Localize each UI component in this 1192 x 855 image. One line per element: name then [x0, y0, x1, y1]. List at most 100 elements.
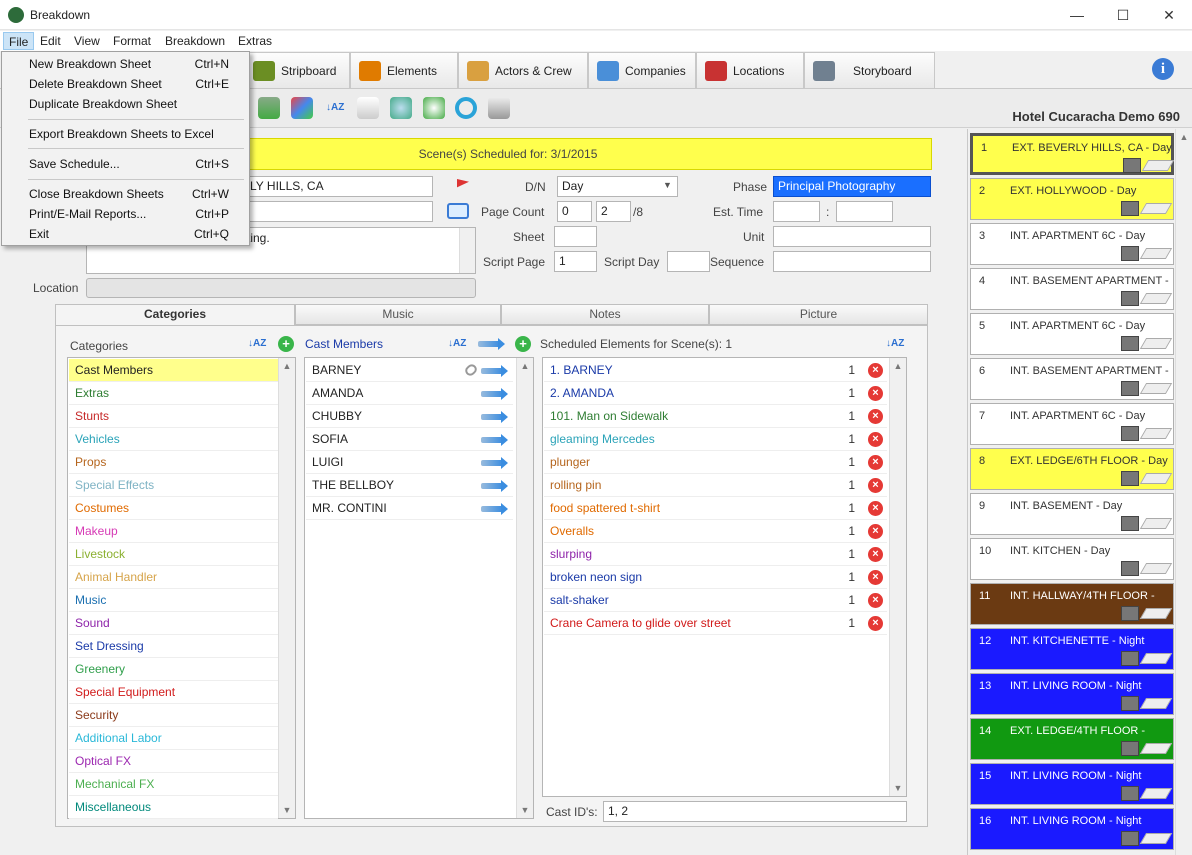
remove-icon[interactable]: × [868, 409, 883, 424]
category-item[interactable]: Security [69, 704, 278, 727]
remove-icon[interactable]: × [868, 570, 883, 585]
menu-breakdown[interactable]: Breakdown [160, 32, 230, 50]
strip-item[interactable]: 11 INT. HALLWAY/4TH FLOOR - [970, 583, 1174, 625]
strip-item[interactable]: 9 INT. BASEMENT - Day [970, 493, 1174, 535]
sort-scheduled-icon[interactable]: ↓AZ [886, 336, 904, 352]
scheduled-item[interactable]: food spattered t-shirt 1 × [544, 497, 887, 520]
strip-item[interactable]: 15 INT. LIVING ROOM - Night [970, 763, 1174, 805]
tab-picture[interactable]: Picture [709, 304, 928, 325]
search-page-icon[interactable] [390, 97, 412, 119]
remove-icon[interactable]: × [868, 547, 883, 562]
cast-ids-field[interactable]: 1, 2 [603, 801, 907, 822]
strip-item[interactable]: 5 INT. APARTMENT 6C - Day [970, 313, 1174, 355]
strip-item[interactable]: 13 INT. LIVING ROOM - Night [970, 673, 1174, 715]
tab-actors-crew[interactable]: Actors & Crew [458, 52, 588, 88]
category-item[interactable]: Optical FX [69, 750, 278, 773]
est-time-minutes[interactable] [836, 201, 893, 222]
remove-icon[interactable]: × [868, 478, 883, 493]
scheduled-item[interactable]: 1. BARNEY 1 × [544, 359, 887, 382]
cast-item[interactable]: CHUBBY [306, 405, 513, 428]
scheduled-item[interactable]: Crane Camera to glide over street 1 × [544, 612, 887, 635]
tab-companies[interactable]: Companies [588, 52, 696, 88]
description-scrollbar[interactable] [459, 228, 475, 273]
scheduled-item[interactable]: broken neon sign 1 × [544, 566, 887, 589]
scheduled-item[interactable]: gleaming Mercedes 1 × [544, 428, 887, 451]
category-item[interactable]: Additional Labor [69, 727, 278, 750]
tab-elements[interactable]: Elements [350, 52, 458, 88]
add-arrow-icon[interactable] [481, 434, 508, 446]
remove-icon[interactable]: × [868, 432, 883, 447]
category-item[interactable]: Sound [69, 612, 278, 635]
category-item[interactable]: Extras [69, 382, 278, 405]
maximize-button[interactable]: ☐ [1100, 0, 1146, 30]
category-item[interactable]: Vehicles [69, 428, 278, 451]
tab-categories[interactable]: Categories [55, 304, 295, 326]
add-all-arrow-icon[interactable] [478, 338, 505, 350]
dn-select[interactable]: Day [557, 176, 678, 197]
add-arrow-icon[interactable] [481, 411, 508, 423]
category-item[interactable]: Special Equipment [69, 681, 278, 704]
strip-item[interactable]: 14 EXT. LEDGE/4TH FLOOR - [970, 718, 1174, 760]
scheduled-item[interactable]: salt-shaker 1 × [544, 589, 887, 612]
add-arrow-icon[interactable] [481, 365, 508, 377]
remove-icon[interactable]: × [868, 386, 883, 401]
scheduled-item[interactable]: slurping 1 × [544, 543, 887, 566]
menu-item-exit[interactable]: Exit Ctrl+Q [3, 224, 249, 244]
sheet-field[interactable] [554, 226, 597, 247]
minimize-button[interactable]: — [1054, 0, 1100, 30]
add-element-icon[interactable]: + [515, 336, 531, 352]
menu-item-delete-sheet[interactable]: Delete Breakdown Sheet Ctrl+E [3, 74, 249, 94]
add-arrow-icon[interactable] [481, 480, 508, 492]
remove-icon[interactable]: × [868, 501, 883, 516]
menu-file[interactable]: File [3, 32, 35, 50]
menu-item-new-sheet[interactable]: New Breakdown Sheet Ctrl+N [3, 54, 249, 74]
add-page-icon[interactable] [423, 97, 445, 119]
remove-icon[interactable]: × [868, 593, 883, 608]
info-icon[interactable]: i [1152, 58, 1174, 80]
category-item[interactable]: Costumes [69, 497, 278, 520]
strip-item[interactable]: 12 INT. KITCHENETTE - Night [970, 628, 1174, 670]
add-arrow-icon[interactable] [481, 388, 508, 400]
category-item[interactable]: Livestock [69, 543, 278, 566]
tab-storyboard[interactable]: Storyboard [804, 52, 935, 88]
cast-item[interactable]: BARNEY [306, 359, 513, 382]
strip-item[interactable]: 1 EXT. BEVERLY HILLS, CA - Day [970, 133, 1175, 175]
category-item[interactable]: Cast Members [69, 359, 278, 382]
add-category-icon[interactable]: + [278, 336, 294, 352]
close-button[interactable]: ✕ [1146, 0, 1192, 30]
cast-item[interactable]: MR. CONTINI [306, 497, 513, 520]
set-field[interactable]: LY HILLS, CA [245, 176, 433, 197]
script-page-field[interactable]: 1 [554, 251, 597, 272]
tab-stripboard[interactable]: Stripboard [244, 52, 350, 88]
menu-edit[interactable]: Edit [35, 32, 66, 50]
category-item[interactable]: Mechanical FX [69, 773, 278, 796]
strip-item[interactable]: 6 INT. BASEMENT APARTMENT - [970, 358, 1174, 400]
menu-extras[interactable]: Extras [233, 32, 277, 50]
strip-scrollbar[interactable]: ▲ [1175, 129, 1192, 855]
page-count-whole[interactable]: 0 [557, 201, 592, 222]
menu-view[interactable]: View [69, 32, 105, 50]
tab-locations[interactable]: Locations [696, 52, 804, 88]
menu-item-save-schedule[interactable]: Save Schedule... Ctrl+S [3, 154, 249, 174]
script-day-field[interactable] [667, 251, 710, 272]
category-item[interactable]: Greenery [69, 658, 278, 681]
menu-item-export-excel[interactable]: Export Breakdown Sheets to Excel [3, 124, 249, 144]
calendar-icon[interactable] [447, 203, 469, 219]
set-field-2[interactable] [245, 201, 433, 222]
strip-item[interactable]: 2 EXT. HOLLYWOOD - Day [970, 178, 1174, 220]
category-item[interactable]: Props [69, 451, 278, 474]
scheduled-item[interactable]: 101. Man on Sidewalk 1 × [544, 405, 887, 428]
category-item[interactable]: Stunts [69, 405, 278, 428]
menu-item-close-sheets[interactable]: Close Breakdown Sheets Ctrl+W [3, 184, 249, 204]
category-item[interactable]: Makeup [69, 520, 278, 543]
strip-item[interactable]: 7 INT. APARTMENT 6C - Day [970, 403, 1174, 445]
add-arrow-icon[interactable] [481, 457, 508, 469]
location-field[interactable] [86, 278, 476, 298]
category-item[interactable]: Music [69, 589, 278, 612]
strip-item[interactable]: 16 INT. LIVING ROOM - Night [970, 808, 1174, 850]
color-wand-icon[interactable] [291, 97, 313, 119]
strip-item[interactable]: 8 EXT. LEDGE/6TH FLOOR - Day [970, 448, 1174, 490]
unit-field[interactable] [773, 226, 931, 247]
add-arrow-icon[interactable] [481, 503, 508, 515]
refresh-icon[interactable] [455, 97, 477, 119]
